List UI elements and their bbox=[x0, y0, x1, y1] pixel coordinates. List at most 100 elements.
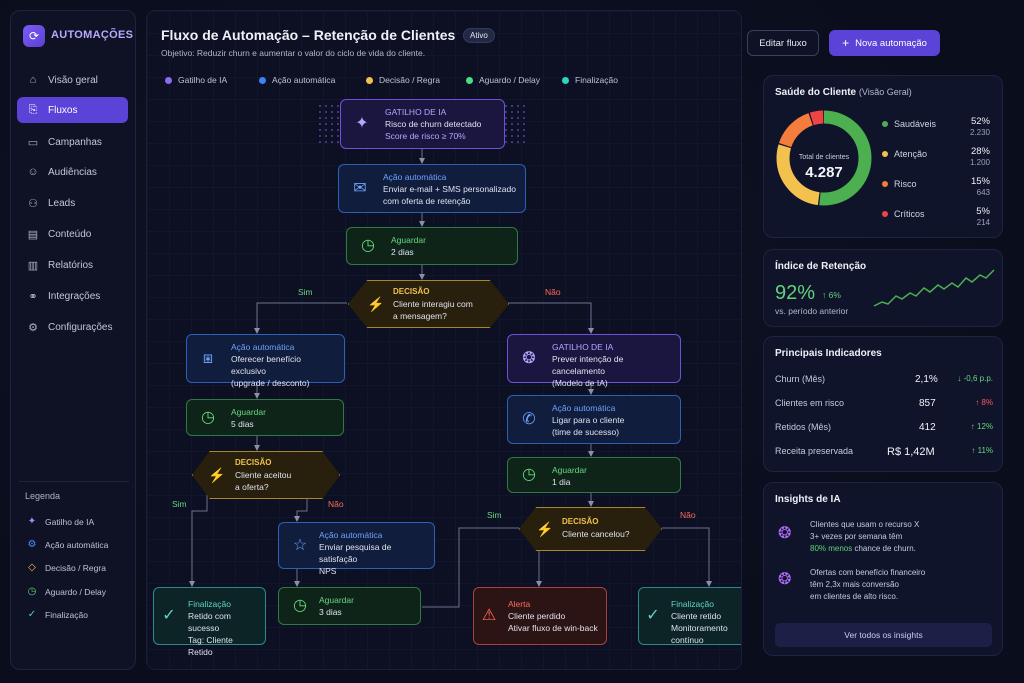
sidebar-item-conteudo[interactable]: ▤ Conteúdo bbox=[17, 221, 128, 247]
indicator-change: ↓ -0,6 p.p. bbox=[957, 374, 993, 383]
node-final-monitoramento[interactable]: ✓ Finalização Cliente retido Monitoramen… bbox=[638, 587, 741, 645]
node-type: Aguardar bbox=[231, 407, 266, 417]
branch-yes: Sim bbox=[172, 499, 187, 509]
sidebar-item-label: Visão geral bbox=[48, 74, 98, 86]
flow-canvas[interactable]: Fluxo de Automação – Retenção de Cliente… bbox=[146, 10, 742, 670]
mail-icon: ✉ bbox=[353, 179, 367, 197]
sidebar-item-label: Relatórios bbox=[48, 259, 94, 271]
branch-no: Não bbox=[545, 287, 561, 297]
legend-label: Gatilho de IA bbox=[45, 516, 95, 527]
insight-text: chance de churn. bbox=[854, 544, 916, 553]
sidebar-item-label: Leads bbox=[48, 197, 76, 209]
node-text: (time de sucesso) bbox=[552, 427, 620, 437]
node-type: Finalização bbox=[671, 599, 714, 609]
sidebar-item-leads[interactable]: ⚇ Leads bbox=[17, 190, 128, 216]
node-text: Ativar fluxo de win-back bbox=[508, 623, 598, 633]
node-type: Finalização bbox=[188, 599, 231, 609]
node-type: Ação automática bbox=[231, 342, 295, 352]
audience-icon: ☺ bbox=[27, 166, 39, 178]
retention-value: 92% bbox=[775, 282, 816, 304]
brain-icon: ❂ bbox=[778, 525, 792, 542]
health-row-criticos: Críticos bbox=[882, 209, 925, 219]
indicator-row: Clientes em risco 857 ↑ 8% bbox=[775, 398, 993, 412]
bolt-icon: ⚡ bbox=[367, 296, 385, 312]
sidebar-item-audiencias[interactable]: ☺ Audiências bbox=[17, 159, 128, 185]
node-text: a oferta? bbox=[235, 482, 269, 492]
node-text: Prever intenção de cancelamento bbox=[552, 354, 624, 376]
donut-center-label: Total de clientes bbox=[798, 154, 850, 161]
new-automation-button[interactable]: + Nova automação bbox=[829, 30, 940, 56]
health-pct: 28% bbox=[970, 146, 990, 157]
sidebar-item-relatorios[interactable]: ▥ Relatórios bbox=[17, 252, 128, 278]
node-final-retido[interactable]: ✓ Finalização Retido com sucesso Tag: Cl… bbox=[153, 587, 266, 657]
node-text: (Modelo de IA) bbox=[552, 378, 608, 388]
node-acao-nps[interactable]: ☆ Ação automática Enviar pesquisa de sat… bbox=[278, 522, 435, 576]
node-text: Retido com sucesso bbox=[188, 611, 231, 633]
node-text: Enviar pesquisa de satisfação bbox=[319, 542, 392, 564]
check-circle-icon: ✓ bbox=[646, 607, 660, 624]
legend-item-ia: ✦ Gatilho de IA bbox=[25, 516, 94, 527]
indicator-change: ↑ 11% bbox=[971, 446, 993, 455]
sidebar-item-integracoes[interactable]: ⚭ Integrações bbox=[17, 283, 128, 309]
legend-label: Decisão / Regra bbox=[45, 562, 106, 573]
panel-title-sub: (Visão Geral) bbox=[858, 87, 912, 97]
sidebar-item-label: Conteúdo bbox=[48, 228, 92, 240]
node-aguardar-5-dias[interactable]: ◷ Aguardar 5 dias bbox=[186, 399, 344, 436]
home-icon: ⌂ bbox=[29, 74, 37, 86]
node-acao-ligar[interactable]: ✆ Ação automática Ligar para o cliente (… bbox=[507, 395, 681, 444]
retention-change: ↑ 6% bbox=[822, 290, 841, 300]
donut-center-value: 4.287 bbox=[805, 164, 843, 181]
node-text: Cliente retido bbox=[671, 611, 722, 621]
view-all-insights-button[interactable]: Ver todos os insights bbox=[775, 623, 992, 647]
legend-label: Ação automática bbox=[45, 539, 109, 550]
node-alerta-perdido[interactable]: ⚠ Alerta Cliente perdido Ativar fluxo de… bbox=[473, 587, 607, 645]
indicator-label: Churn (Mês) bbox=[775, 374, 826, 384]
indicator-change: ↑ 8% bbox=[975, 398, 993, 407]
sidebar-item-fluxos[interactable]: ⎘ Fluxos bbox=[17, 97, 128, 123]
campaign-icon: ▭ bbox=[27, 136, 39, 149]
content-icon: ▤ bbox=[27, 228, 39, 241]
node-type: Ação automática bbox=[552, 403, 616, 413]
decor-dots bbox=[503, 103, 529, 143]
sidebar-item-visao-geral[interactable]: ⌂ Visão geral bbox=[17, 67, 128, 93]
retention-caption: vs. período anterior bbox=[775, 306, 849, 316]
insight-text: Ofertas com benefício financeiro bbox=[810, 568, 926, 577]
node-aguardar-1-dia[interactable]: ◷ Aguardar 1 dia bbox=[507, 457, 681, 493]
sidebar-item-configuracoes[interactable]: ⚙ Configurações bbox=[17, 314, 128, 340]
brand-name: AUTOMAÇÕES bbox=[51, 29, 134, 41]
node-text: Ligar para o cliente bbox=[552, 415, 625, 425]
check-circle-icon: ✓ bbox=[27, 609, 37, 620]
dot-icon bbox=[882, 181, 888, 187]
node-gatilho-churn[interactable]: ✦ GATILHO DE IA Risco de churn detectado… bbox=[340, 99, 505, 149]
health-value: 28% 1.200 bbox=[970, 146, 990, 168]
sidebar-item-campanhas[interactable]: ▭ Campanhas bbox=[17, 129, 128, 155]
decision-text: DECISÃO Cliente aceitou a oferta? bbox=[235, 457, 291, 493]
node-acao-email[interactable]: ✉ Ação automática Enviar e-mail + SMS pe… bbox=[338, 164, 526, 213]
legend-title: Legenda bbox=[25, 491, 61, 501]
node-acao-beneficio[interactable]: ⧆ Ação automática Oferecer benefício exc… bbox=[186, 334, 345, 388]
settings-icon: ⚙ bbox=[28, 321, 38, 334]
node-type: Aguardar bbox=[552, 465, 587, 475]
legend-item-aguardo: ◷ Aguardo / Delay bbox=[25, 586, 106, 597]
health-row-saudaveis: Saudáveis bbox=[882, 119, 936, 129]
flow-icon: ⎘ bbox=[28, 103, 38, 116]
bolt-icon: ⚡ bbox=[536, 521, 554, 537]
sidebar-item-label: Configurações bbox=[48, 321, 113, 333]
insight-1: Clientes que usam o recurso X 3+ vezes p… bbox=[810, 519, 990, 555]
sidebar: ⟳ AUTOMAÇÕES ⌂ Visão geral ⎘ Fluxos ▭ Campa… bbox=[10, 10, 136, 670]
node-aguardar-3-dias[interactable]: ◷ Aguardar 3 dias bbox=[278, 587, 421, 625]
edit-flow-button[interactable]: Editar fluxo bbox=[747, 30, 819, 56]
node-gatilho-cancelamento[interactable]: ❂ GATILHO DE IA Prever intenção de cance… bbox=[507, 334, 681, 388]
sidebar-item-label: Integrações bbox=[48, 290, 101, 302]
panel-title: Insights de IA bbox=[775, 494, 841, 505]
node-aguardar-2-dias[interactable]: ◷ Aguardar 2 dias bbox=[346, 227, 518, 265]
check-circle-icon: ✓ bbox=[162, 607, 176, 624]
indicator-change: ↑ 12% bbox=[970, 422, 993, 431]
logo-icon: ⟳ bbox=[23, 25, 45, 47]
health-value: 15% 643 bbox=[971, 176, 990, 198]
node-text: 3 dias bbox=[319, 607, 342, 617]
node-text: Tag: Cliente Retido bbox=[188, 635, 233, 657]
insight-text: têm 2,3x mais conversão bbox=[810, 580, 899, 589]
node-text: Enviar e-mail + SMS personalizado bbox=[383, 184, 516, 194]
legend-label: Finalização bbox=[45, 609, 88, 620]
